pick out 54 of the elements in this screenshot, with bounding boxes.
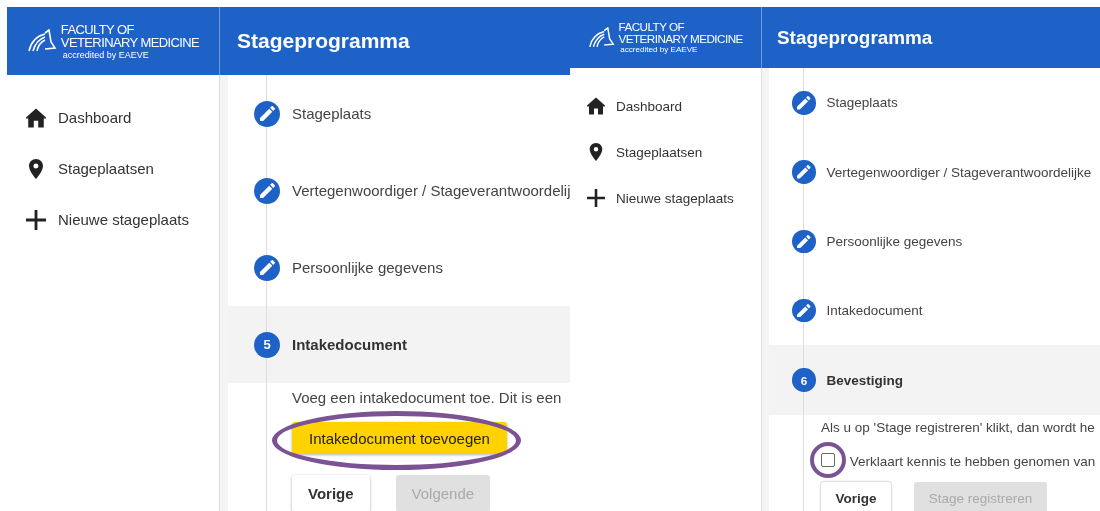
nav-item[interactable]: Dashboard — [7, 92, 219, 143]
plus-icon — [26, 209, 46, 230]
step-label: Intakedocument — [826, 303, 923, 319]
add-document-button[interactable]: Intakedocument toevoegen — [292, 422, 507, 454]
checkbox[interactable] — [821, 453, 836, 468]
horse-head-icon — [587, 26, 615, 49]
logo-text: FACULTY OF — [60, 22, 135, 36]
home-icon — [587, 97, 606, 116]
step-label: Stageplaats — [826, 95, 898, 111]
stepper-step[interactable]: Persoonlijke gegevens — [768, 206, 1100, 277]
home-icon — [26, 107, 46, 128]
horse-head-icon — [26, 29, 57, 53]
page-title: Stageprogramma — [220, 7, 570, 75]
back-button[interactable]: Vorige — [821, 481, 891, 511]
checkbox-label: Verklaart kennis te hebben genomen van — [849, 453, 1096, 469]
step-label: Stageplaats — [292, 105, 372, 122]
stepper-step[interactable]: Vertegenwoordiger / Stageverantwoordelij — [228, 152, 570, 229]
nav-item[interactable]: Dashboard — [570, 83, 761, 130]
logo-text: VETERINARY MEDICINE — [618, 32, 743, 45]
stepper-step[interactable]: Stageplaats — [768, 68, 1100, 138]
step-label: Vertegenwoordiger / Stageverantwoordelijke — [826, 164, 1092, 180]
active-step-header[interactable]: 6 Bevestiging — [768, 345, 1100, 415]
step-description: Als u op 'Stage registreren' klikt, dan wordt he — [821, 420, 1096, 436]
logo-text: FACULTY OF — [618, 20, 686, 33]
logo-subtitle: accredited by EAEVE — [619, 46, 699, 55]
step-label: Persoonlijke gegevens — [826, 233, 963, 249]
stepper-step[interactable]: Vertegenwoordiger / Stageverantwoordelijke — [768, 137, 1100, 207]
step-label: Vertegenwoordiger / Stageverantwoordelij — [292, 182, 570, 199]
active-step-header[interactable]: 5 Intakedocument — [228, 306, 570, 383]
nav-label: Dashboard — [615, 98, 682, 114]
nav-label: Stageplaatsen — [615, 144, 703, 160]
nav-label: Nieuwe stageplaats — [58, 211, 189, 228]
logo-text: VETERINARY MEDICINE — [60, 35, 200, 49]
step-number: 6 — [792, 368, 816, 392]
location-pin-icon — [26, 158, 46, 179]
stepper-step[interactable]: Intakedocument — [768, 276, 1100, 346]
logo-subtitle: accredited by EAEVE — [61, 50, 150, 60]
nav-label: Stageplaatsen — [58, 160, 154, 177]
step-label: Bevestiging — [826, 372, 903, 388]
nav-label: Dashboard — [58, 109, 132, 126]
step-number: 5 — [254, 331, 280, 358]
stepper-step[interactable]: Persoonlijke gegevens — [228, 229, 570, 306]
back-button[interactable]: Vorige — [292, 475, 370, 511]
step-label: Persoonlijke gegevens — [292, 259, 443, 276]
step-description: Voeg een intakedocument toe. Dit is een — [292, 389, 563, 406]
nav-item[interactable]: Stageplaatsen — [7, 143, 219, 194]
step-label: Intakedocument — [292, 336, 408, 353]
nav-label: Nieuwe stageplaats — [615, 190, 734, 206]
nav-item[interactable]: Nieuwe stageplaats — [570, 175, 761, 222]
nav-item[interactable]: Stageplaatsen — [570, 129, 761, 176]
stepper-step[interactable]: Stageplaats — [228, 75, 570, 152]
plus-icon — [587, 189, 606, 208]
nav-item[interactable]: Nieuwe stageplaats — [7, 194, 219, 245]
page-title: Stageprogramma — [761, 7, 1100, 69]
